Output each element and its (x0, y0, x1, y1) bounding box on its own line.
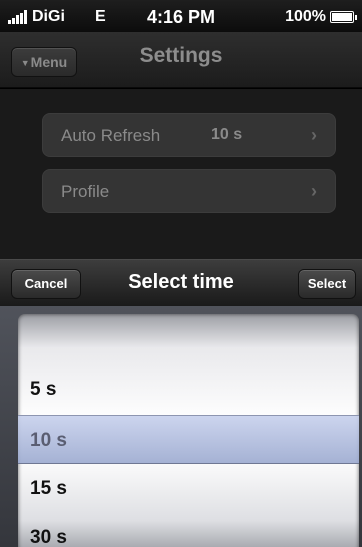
battery-percent: 100% (285, 8, 326, 25)
chevron-right-icon: › (311, 125, 317, 145)
picker-option[interactable]: 15 s (30, 478, 67, 500)
setting-row-profile[interactable]: Profile › (42, 169, 336, 213)
setting-value: 10 s (211, 126, 243, 143)
page-title: Settings (139, 44, 223, 67)
setting-label: Auto Refresh (61, 126, 161, 145)
select-button[interactable]: Select (298, 269, 356, 299)
selection-indicator (18, 415, 359, 464)
picker-option-selected[interactable]: 10 s (30, 430, 67, 452)
status-bar: DiGi E 4:16 PM 100% (0, 0, 362, 32)
picker-option[interactable]: 5 s (30, 379, 56, 401)
navigation-bar: ▼Menu Settings (0, 32, 362, 88)
picker-option[interactable]: 30 s (30, 527, 67, 547)
settings-list: Auto Refresh 10 s › Profile › (0, 89, 362, 259)
time-picker-wheel[interactable]: 5 s 10 s 15 s 30 s (18, 314, 359, 547)
battery-icon (330, 11, 357, 23)
picker-body: 5 s 10 s 15 s 30 s (0, 306, 362, 547)
setting-label: Profile (61, 182, 110, 201)
setting-row-auto-refresh[interactable]: Auto Refresh 10 s › (42, 113, 336, 157)
picker-toolbar: Cancel Select time Select (0, 259, 362, 306)
chevron-right-icon: › (311, 181, 317, 201)
